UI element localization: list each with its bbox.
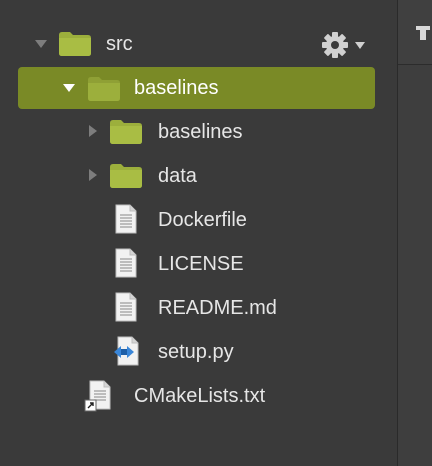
folder-icon <box>88 77 120 101</box>
tree-item-setup-py[interactable]: setup.py <box>0 332 397 372</box>
toolbar-icon[interactable] <box>416 24 432 42</box>
tree-item-label: LICENSE <box>158 253 244 275</box>
file-icon <box>115 204 137 234</box>
file-tree-panel: src baselines baselines data Dockerfile … <box>0 0 397 466</box>
settings-menu-button[interactable] <box>320 30 368 60</box>
chevron-down-icon <box>355 42 365 49</box>
tree-item-data[interactable]: data <box>0 156 397 196</box>
tree-item-baselines-selected[interactable]: baselines <box>18 67 375 109</box>
tree-item-label: CMakeLists.txt <box>134 385 266 407</box>
tree-item-label: setup.py <box>158 341 234 363</box>
file-icon <box>115 248 137 278</box>
tree-item-label: baselines <box>134 77 219 99</box>
collapsed-arrow-icon[interactable] <box>86 168 100 182</box>
tree-item-license[interactable]: LICENSE <box>0 244 397 284</box>
tree-item-label: data <box>158 165 197 187</box>
collapsed-arrow-icon[interactable] <box>86 124 100 138</box>
file-tree-window: src baselines baselines data Dockerfile … <box>0 0 432 466</box>
tree-item-label: Dockerfile <box>158 209 247 231</box>
shortcut-file-icon <box>84 380 111 412</box>
tree-item-cmakelists[interactable]: CMakeLists.txt <box>0 376 397 416</box>
gear-icon <box>322 32 348 58</box>
editor-panel <box>398 0 432 466</box>
tree-item-baselines[interactable]: baselines <box>0 112 397 152</box>
folder-icon <box>59 32 91 56</box>
editor-toolbar <box>398 0 432 65</box>
python-file-icon <box>114 336 139 366</box>
tree-item-label: baselines <box>158 121 243 143</box>
tree-item-label: src <box>106 33 133 55</box>
file-icon <box>115 292 137 322</box>
tree-item-dockerfile[interactable]: Dockerfile <box>0 200 397 240</box>
folder-icon <box>110 120 142 144</box>
expanded-arrow-icon[interactable] <box>34 37 48 51</box>
tree-item-label: README.md <box>158 297 277 319</box>
folder-icon <box>110 164 142 188</box>
tree-item-readme[interactable]: README.md <box>0 288 397 328</box>
expanded-arrow-icon[interactable] <box>62 81 76 95</box>
